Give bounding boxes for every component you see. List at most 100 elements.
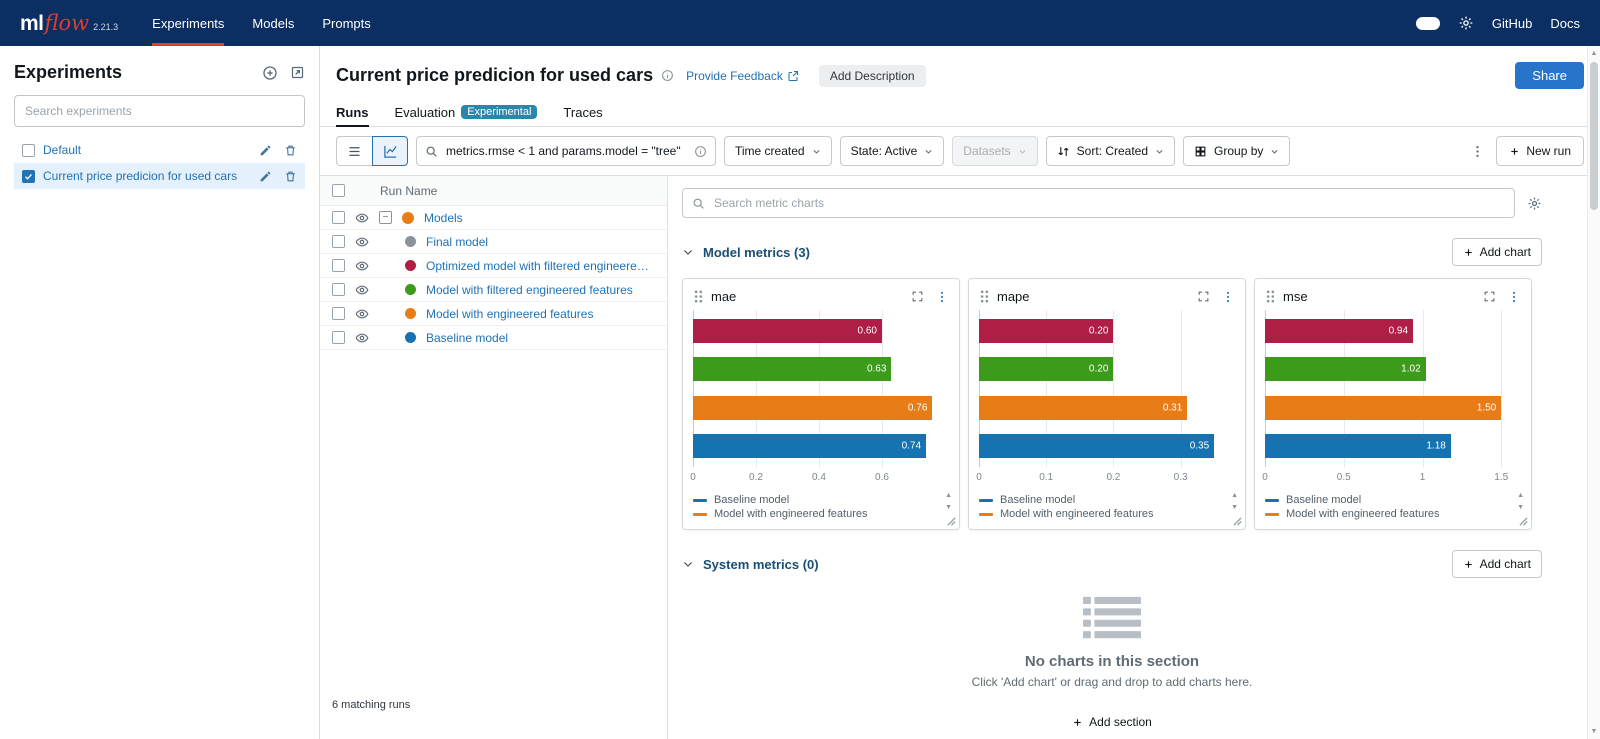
experiments-search-input[interactable] bbox=[14, 95, 305, 127]
scroll-up-icon[interactable]: ▲ bbox=[945, 492, 952, 499]
open-in-new-icon[interactable] bbox=[290, 65, 305, 80]
nav-models[interactable]: Models bbox=[252, 0, 294, 46]
group-name-link[interactable]: Models bbox=[424, 211, 463, 225]
scroll-up-icon[interactable]: ▲ bbox=[1231, 492, 1238, 499]
resize-handle-icon[interactable] bbox=[947, 517, 956, 526]
new-experiment-icon[interactable] bbox=[262, 65, 278, 81]
expand-chart-icon[interactable] bbox=[911, 290, 924, 303]
chart-view-icon[interactable] bbox=[372, 136, 408, 166]
toolbar-menu-icon[interactable] bbox=[1467, 144, 1488, 159]
docs-link[interactable]: Docs bbox=[1550, 16, 1580, 31]
bar-model-with-filtered-engineered-features[interactable]: 0.63 bbox=[693, 357, 891, 381]
run-name-link[interactable]: Final model bbox=[426, 235, 488, 249]
provide-feedback-link[interactable]: Provide Feedback bbox=[686, 69, 799, 83]
add-chart-button[interactable]: Add chart bbox=[1452, 550, 1542, 578]
run-name-link[interactable]: Model with engineered features bbox=[426, 307, 593, 321]
visibility-eye-icon[interactable] bbox=[355, 211, 369, 225]
charts-settings-gear-icon[interactable] bbox=[1527, 196, 1542, 211]
tab-traces[interactable]: Traces bbox=[563, 99, 602, 127]
bar-optimized-model-with-filtered-engineered-features[interactable]: 0.60 bbox=[693, 319, 882, 343]
new-run-button[interactable]: New run bbox=[1496, 136, 1584, 166]
row-checkbox[interactable] bbox=[332, 307, 345, 320]
sort-dropdown[interactable]: Sort: Created bbox=[1046, 136, 1175, 166]
expand-chart-icon[interactable] bbox=[1197, 290, 1210, 303]
theme-toggle-icon[interactable] bbox=[1416, 17, 1440, 30]
settings-gear-icon[interactable] bbox=[1458, 15, 1474, 31]
visibility-eye-icon[interactable] bbox=[355, 331, 369, 345]
scroll-down-icon[interactable]: ▼ bbox=[1517, 504, 1524, 511]
info-icon[interactable] bbox=[661, 69, 674, 82]
chart-menu-icon[interactable] bbox=[935, 290, 949, 304]
chart-menu-icon[interactable] bbox=[1221, 290, 1235, 304]
row-checkbox[interactable] bbox=[332, 259, 345, 272]
group-by-dropdown[interactable]: Group by bbox=[1183, 136, 1290, 166]
bar-baseline-model[interactable]: 1.18 bbox=[1265, 434, 1451, 458]
mlflow-logo[interactable]: ml flow 2.21.3 bbox=[20, 11, 118, 36]
scroll-up-icon[interactable]: ▲ bbox=[1517, 492, 1524, 499]
section-chevron-down-icon[interactable] bbox=[682, 246, 694, 258]
bar-optimized-model-with-filtered-engineered-features[interactable]: 0.20 bbox=[979, 319, 1113, 343]
experiment-checkbox[interactable] bbox=[22, 144, 35, 157]
legend-label[interactable]: Baseline model bbox=[1000, 494, 1075, 506]
scrollbar-thumb[interactable] bbox=[1590, 62, 1598, 210]
collapse-group-icon[interactable]: − bbox=[379, 211, 392, 224]
visibility-eye-icon[interactable] bbox=[355, 307, 369, 321]
bar-model-with-filtered-engineered-features[interactable]: 1.02 bbox=[1265, 357, 1426, 381]
bar-model-with-engineered-features[interactable]: 1.50 bbox=[1265, 396, 1501, 420]
experiment-label[interactable]: Current price predicion for used cars bbox=[43, 169, 251, 183]
github-link[interactable]: GitHub bbox=[1492, 16, 1532, 31]
bar-model-with-filtered-engineered-features[interactable]: 0.20 bbox=[979, 357, 1113, 381]
scrollbar-up-arrow[interactable]: ▲ bbox=[1591, 48, 1598, 59]
add-section-button[interactable]: Add section bbox=[1072, 715, 1152, 729]
resize-handle-icon[interactable] bbox=[1233, 517, 1242, 526]
chart-menu-icon[interactable] bbox=[1507, 290, 1521, 304]
experiment-label[interactable]: Default bbox=[43, 143, 251, 157]
filter-info-icon[interactable] bbox=[694, 145, 707, 158]
tab-evaluation[interactable]: Evaluation Experimental bbox=[395, 99, 538, 127]
visibility-eye-icon[interactable] bbox=[355, 235, 369, 249]
visibility-eye-icon[interactable] bbox=[355, 283, 369, 297]
bar-model-with-engineered-features[interactable]: 0.31 bbox=[979, 396, 1187, 420]
expand-chart-icon[interactable] bbox=[1483, 290, 1496, 303]
delete-trash-icon[interactable] bbox=[284, 170, 297, 183]
experiment-item-default[interactable]: Default bbox=[14, 137, 305, 163]
edit-pencil-icon[interactable] bbox=[259, 144, 272, 157]
bar-baseline-model[interactable]: 0.74 bbox=[693, 434, 926, 458]
scrollbar-down-arrow[interactable]: ▼ bbox=[1591, 726, 1598, 737]
runs-filter-input[interactable] bbox=[444, 143, 688, 159]
tab-runs[interactable]: Runs bbox=[336, 99, 369, 127]
list-view-icon[interactable] bbox=[336, 136, 372, 166]
add-chart-button[interactable]: Add chart bbox=[1452, 238, 1542, 266]
drag-handle-icon[interactable] bbox=[979, 289, 989, 304]
row-checkbox[interactable] bbox=[332, 211, 345, 224]
run-name-link[interactable]: Model with filtered engineered features bbox=[426, 283, 633, 297]
datasets-dropdown[interactable]: Datasets bbox=[952, 136, 1037, 166]
legend-label[interactable]: Model with engineered features bbox=[1000, 508, 1153, 520]
bar-baseline-model[interactable]: 0.35 bbox=[979, 434, 1214, 458]
nav-prompts[interactable]: Prompts bbox=[322, 0, 370, 46]
select-all-checkbox[interactable] bbox=[332, 184, 345, 197]
section-chevron-down-icon[interactable] bbox=[682, 558, 694, 570]
delete-trash-icon[interactable] bbox=[284, 144, 297, 157]
row-checkbox[interactable] bbox=[332, 235, 345, 248]
time-created-dropdown[interactable]: Time created bbox=[724, 136, 832, 166]
add-description-button[interactable]: Add Description bbox=[819, 65, 926, 87]
resize-handle-icon[interactable] bbox=[1519, 517, 1528, 526]
bar-optimized-model-with-filtered-engineered-features[interactable]: 0.94 bbox=[1265, 319, 1413, 343]
experiment-checkbox[interactable] bbox=[22, 170, 35, 183]
legend-label[interactable]: Model with engineered features bbox=[1286, 508, 1439, 520]
legend-label[interactable]: Baseline model bbox=[1286, 494, 1361, 506]
scroll-down-icon[interactable]: ▼ bbox=[1231, 504, 1238, 511]
legend-label[interactable]: Baseline model bbox=[714, 494, 789, 506]
row-checkbox[interactable] bbox=[332, 331, 345, 344]
metric-charts-search-input[interactable] bbox=[712, 195, 1505, 211]
nav-experiments[interactable]: Experiments bbox=[152, 0, 224, 46]
experiment-item-current[interactable]: Current price predicion for used cars bbox=[14, 163, 305, 189]
share-button[interactable]: Share bbox=[1515, 62, 1584, 89]
edit-pencil-icon[interactable] bbox=[259, 170, 272, 183]
bar-model-with-engineered-features[interactable]: 0.76 bbox=[693, 396, 932, 420]
row-checkbox[interactable] bbox=[332, 283, 345, 296]
legend-label[interactable]: Model with engineered features bbox=[714, 508, 867, 520]
run-name-link[interactable]: Optimized model with filtered engineered… bbox=[426, 259, 655, 273]
run-name-link[interactable]: Baseline model bbox=[426, 331, 508, 345]
